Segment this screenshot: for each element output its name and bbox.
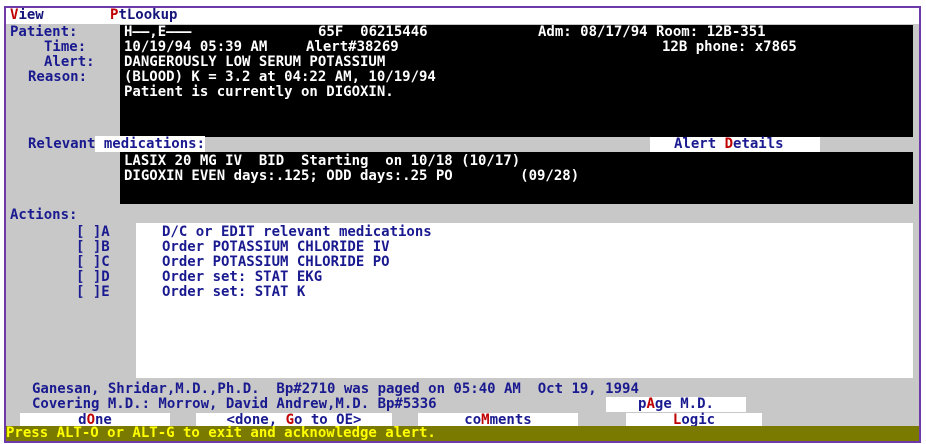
alert-value: DANGEROUSLY LOW SERUM POTASSIUM xyxy=(124,54,386,70)
medication-line-1: LASIX 20 MG IV BID Starting on 10/18 (10… xyxy=(124,153,521,169)
menu-view[interactable]: View xyxy=(10,8,44,23)
phone-number: 12B phone: x7865 xyxy=(662,39,797,55)
action-item-b[interactable]: [ ]B Order POTASSIUM CHLORIDE IV xyxy=(76,240,390,255)
time-label: Time: xyxy=(44,39,87,55)
action-item-d[interactable]: [ ]D Order set: STAT EKG xyxy=(76,270,322,285)
actions-label: Actions: xyxy=(10,207,78,223)
app-window: View PtLookup Patient: H——,E——— 65F 0621… xyxy=(4,6,921,443)
alert-time: 10/19/94 05:39 AM xyxy=(124,39,268,55)
medication-line-2: DIGOXIN EVEN days:.125; ODD days:.25 PO … xyxy=(124,168,580,184)
page-md-button[interactable]: pAge M.D. xyxy=(606,397,746,412)
menu-bar: View PtLookup xyxy=(6,8,919,24)
status-message: Press ALT-O or ALT-G to exit and acknowl… xyxy=(6,425,436,441)
reason-line-1: (BLOOD) K = 3.2 at 04:22 AM, 10/19/94 xyxy=(124,69,436,85)
patient-info: 65F 06215446 xyxy=(318,24,428,40)
alert-details-button[interactable]: Alert Details xyxy=(650,137,820,152)
patient-label: Patient: xyxy=(10,24,78,40)
action-item-c[interactable]: [ ]C Order POTASSIUM CHLORIDE PO xyxy=(76,255,390,270)
covering-physician-line: Covering M.D.: Morrow, David Andrew,M.D.… xyxy=(32,396,437,412)
medications-label: Relevant medications: xyxy=(28,136,206,152)
reason-label: Reason: xyxy=(28,69,88,85)
alert-label: Alert: xyxy=(44,54,95,70)
admission-info: Adm: 08/17/94 Room: 12B-351 xyxy=(538,24,766,40)
action-item-e[interactable]: [ ]E Order set: STAT K xyxy=(76,285,305,300)
alert-number: Alert#38269 xyxy=(306,39,399,55)
status-bar: Press ALT-O or ALT-G to exit and acknowl… xyxy=(6,426,919,441)
paged-physician-line: Ganesan, Shridar,M.D.,Ph.D. Bp#2710 was … xyxy=(32,381,639,397)
action-item-a[interactable]: [ ]A D/C or EDIT relevant medications xyxy=(76,225,432,240)
menu-ptlookup[interactable]: PtLookup xyxy=(110,8,177,23)
reason-line-2: Patient is currently on DIGOXIN. xyxy=(124,84,394,100)
patient-name: H——,E——— xyxy=(124,24,192,40)
